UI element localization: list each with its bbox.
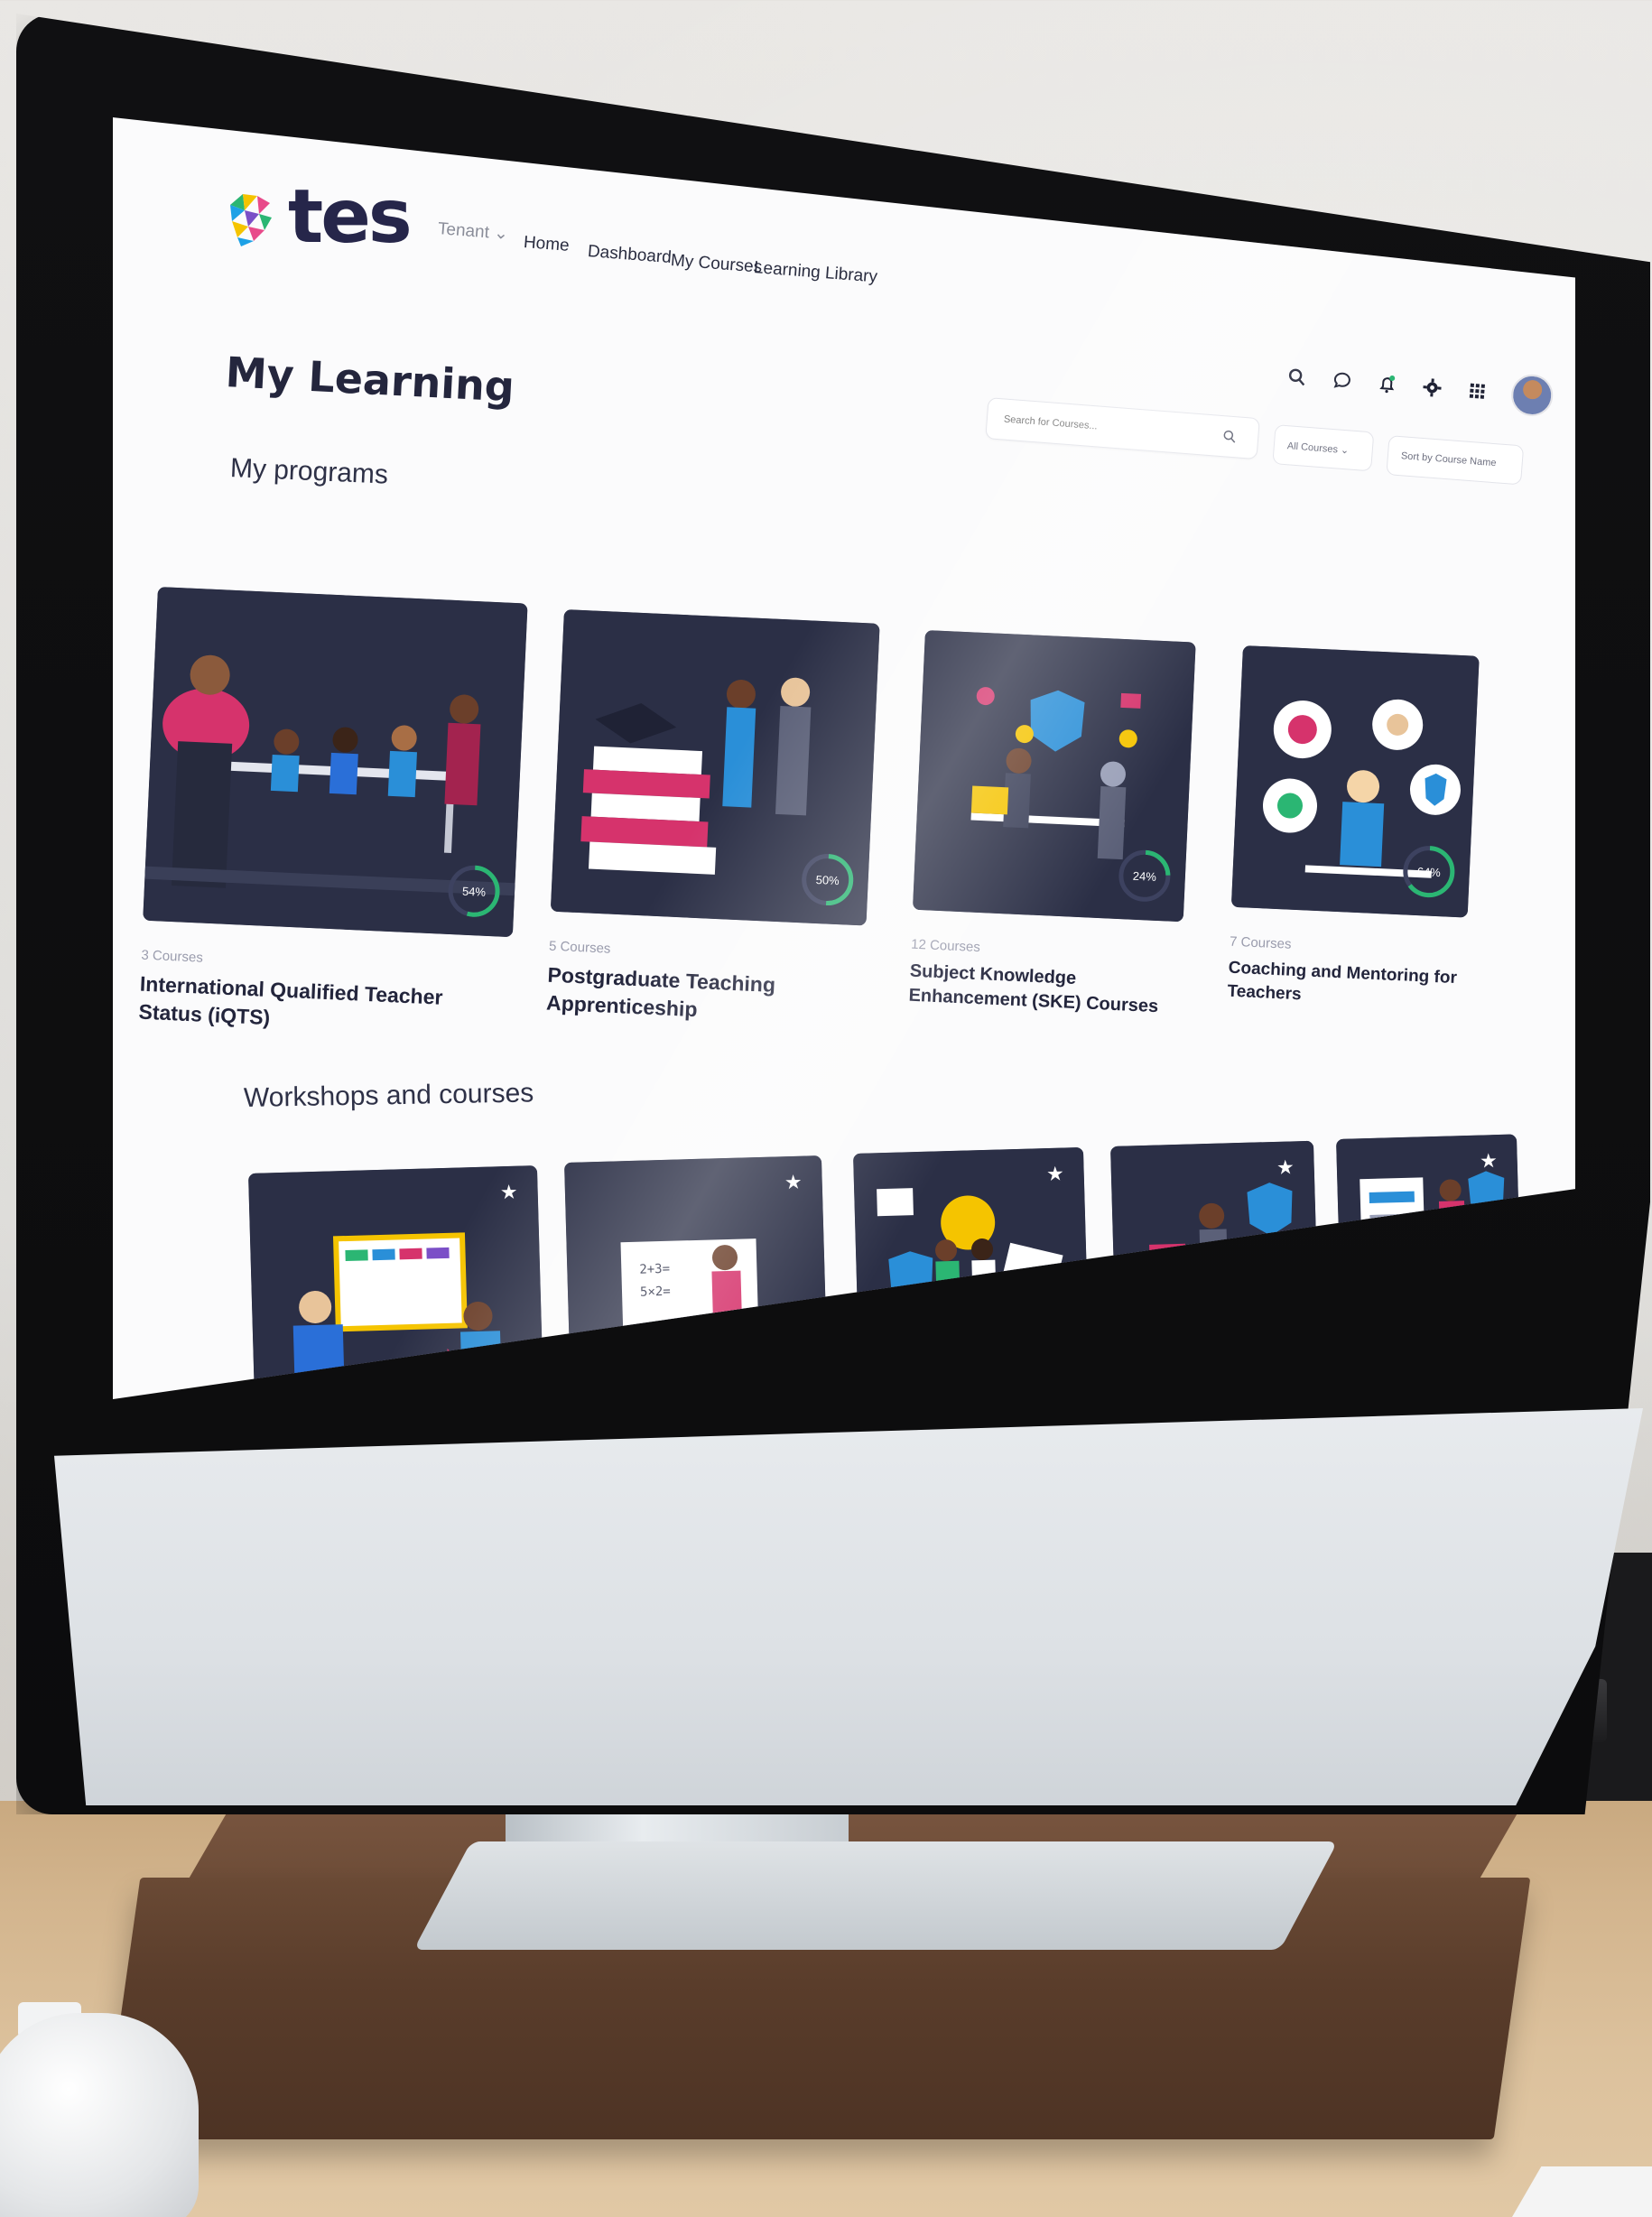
course-search[interactable] bbox=[985, 397, 1260, 460]
screen: tes Tenant ⌄ Home Dashboard My Courses L… bbox=[113, 117, 1575, 1399]
star-icon[interactable]: ★ bbox=[784, 1171, 803, 1195]
header-toolbar bbox=[1285, 356, 1555, 418]
program-course-count: 12 Courses bbox=[910, 936, 981, 956]
sort-select[interactable]: Sort by Course Name bbox=[1386, 435, 1525, 486]
program-title[interactable]: Coaching and Mentoring for Teachers bbox=[1227, 957, 1465, 1014]
nav-learning-library[interactable]: Learning Library bbox=[753, 258, 878, 287]
page-title: My Learning bbox=[224, 348, 516, 412]
search-input[interactable] bbox=[987, 412, 1222, 443]
vase bbox=[0, 2013, 199, 2217]
progress-label: 50% bbox=[815, 872, 840, 887]
nav-dashboard[interactable]: Dashboard bbox=[587, 242, 672, 268]
progress-ring-label-wrap: 24% bbox=[1116, 847, 1174, 905]
bell-icon[interactable] bbox=[1376, 373, 1399, 396]
program-title[interactable]: Postgraduate Teaching Apprenticeship bbox=[545, 961, 863, 1032]
program-course-count: 7 Courses bbox=[1229, 933, 1292, 952]
section-title-programs: My programs bbox=[229, 453, 389, 490]
progress-ring-label-wrap: 64% bbox=[1399, 842, 1458, 901]
star-icon[interactable]: ★ bbox=[500, 1181, 518, 1205]
progress-label: 24% bbox=[1132, 868, 1157, 884]
search-icon[interactable] bbox=[1221, 428, 1239, 445]
category-select[interactable]: All Courses ⌄ bbox=[1272, 424, 1375, 472]
nav-home[interactable]: Home bbox=[523, 233, 570, 256]
program-illustration: 50% bbox=[550, 609, 880, 926]
monitor-chin bbox=[54, 1408, 1643, 1805]
monitor-stand-foot bbox=[413, 1841, 1338, 1950]
program-illustration: 54% bbox=[143, 587, 528, 938]
star-icon[interactable]: ★ bbox=[1276, 1155, 1295, 1180]
program-title[interactable]: International Qualified Teacher Status (… bbox=[138, 970, 510, 1044]
search-icon[interactable] bbox=[1285, 366, 1309, 389]
star-icon[interactable]: ★ bbox=[1046, 1162, 1064, 1186]
progress-label: 54% bbox=[461, 884, 487, 899]
svg-text:2+3=: 2+3= bbox=[639, 1262, 670, 1277]
program-illustration: 24% bbox=[912, 630, 1196, 923]
program-card[interactable]: 54% 3 Courses International Qualified Te… bbox=[138, 587, 528, 1043]
brand-wordmark: tes bbox=[288, 174, 413, 260]
brand-logo[interactable]: tes bbox=[221, 174, 413, 260]
logo-mosaic-icon bbox=[221, 187, 283, 248]
svg-text:5×2=: 5×2= bbox=[640, 1285, 671, 1300]
user-avatar[interactable] bbox=[1509, 373, 1555, 418]
program-illustration: 64% bbox=[1230, 645, 1480, 918]
nav-my-courses[interactable]: My Courses bbox=[670, 251, 763, 278]
apps-grid-icon[interactable] bbox=[1465, 379, 1489, 403]
progress-label: 64% bbox=[1416, 864, 1442, 879]
section-title-workshops: Workshops and courses bbox=[243, 1078, 534, 1113]
gear-icon[interactable] bbox=[1421, 376, 1444, 400]
chat-icon[interactable] bbox=[1331, 369, 1354, 393]
program-card[interactable]: 64% 7 Courses Coaching and Mentoring for… bbox=[1227, 645, 1480, 1014]
star-icon[interactable]: ★ bbox=[1480, 1149, 1498, 1173]
tenant-dropdown[interactable]: Tenant ⌄ bbox=[437, 218, 509, 245]
program-title[interactable]: Subject Knowledge Enhancement (SKE) Cour… bbox=[908, 960, 1181, 1021]
program-card[interactable]: 50% 5 Courses Postgraduate Teaching Appr… bbox=[545, 609, 880, 1032]
progress-ring-label-wrap: 54% bbox=[445, 862, 504, 921]
progress-ring-label-wrap: 50% bbox=[798, 850, 857, 909]
program-card[interactable]: 24% 12 Courses Subject Knowledge Enhance… bbox=[908, 630, 1196, 1020]
